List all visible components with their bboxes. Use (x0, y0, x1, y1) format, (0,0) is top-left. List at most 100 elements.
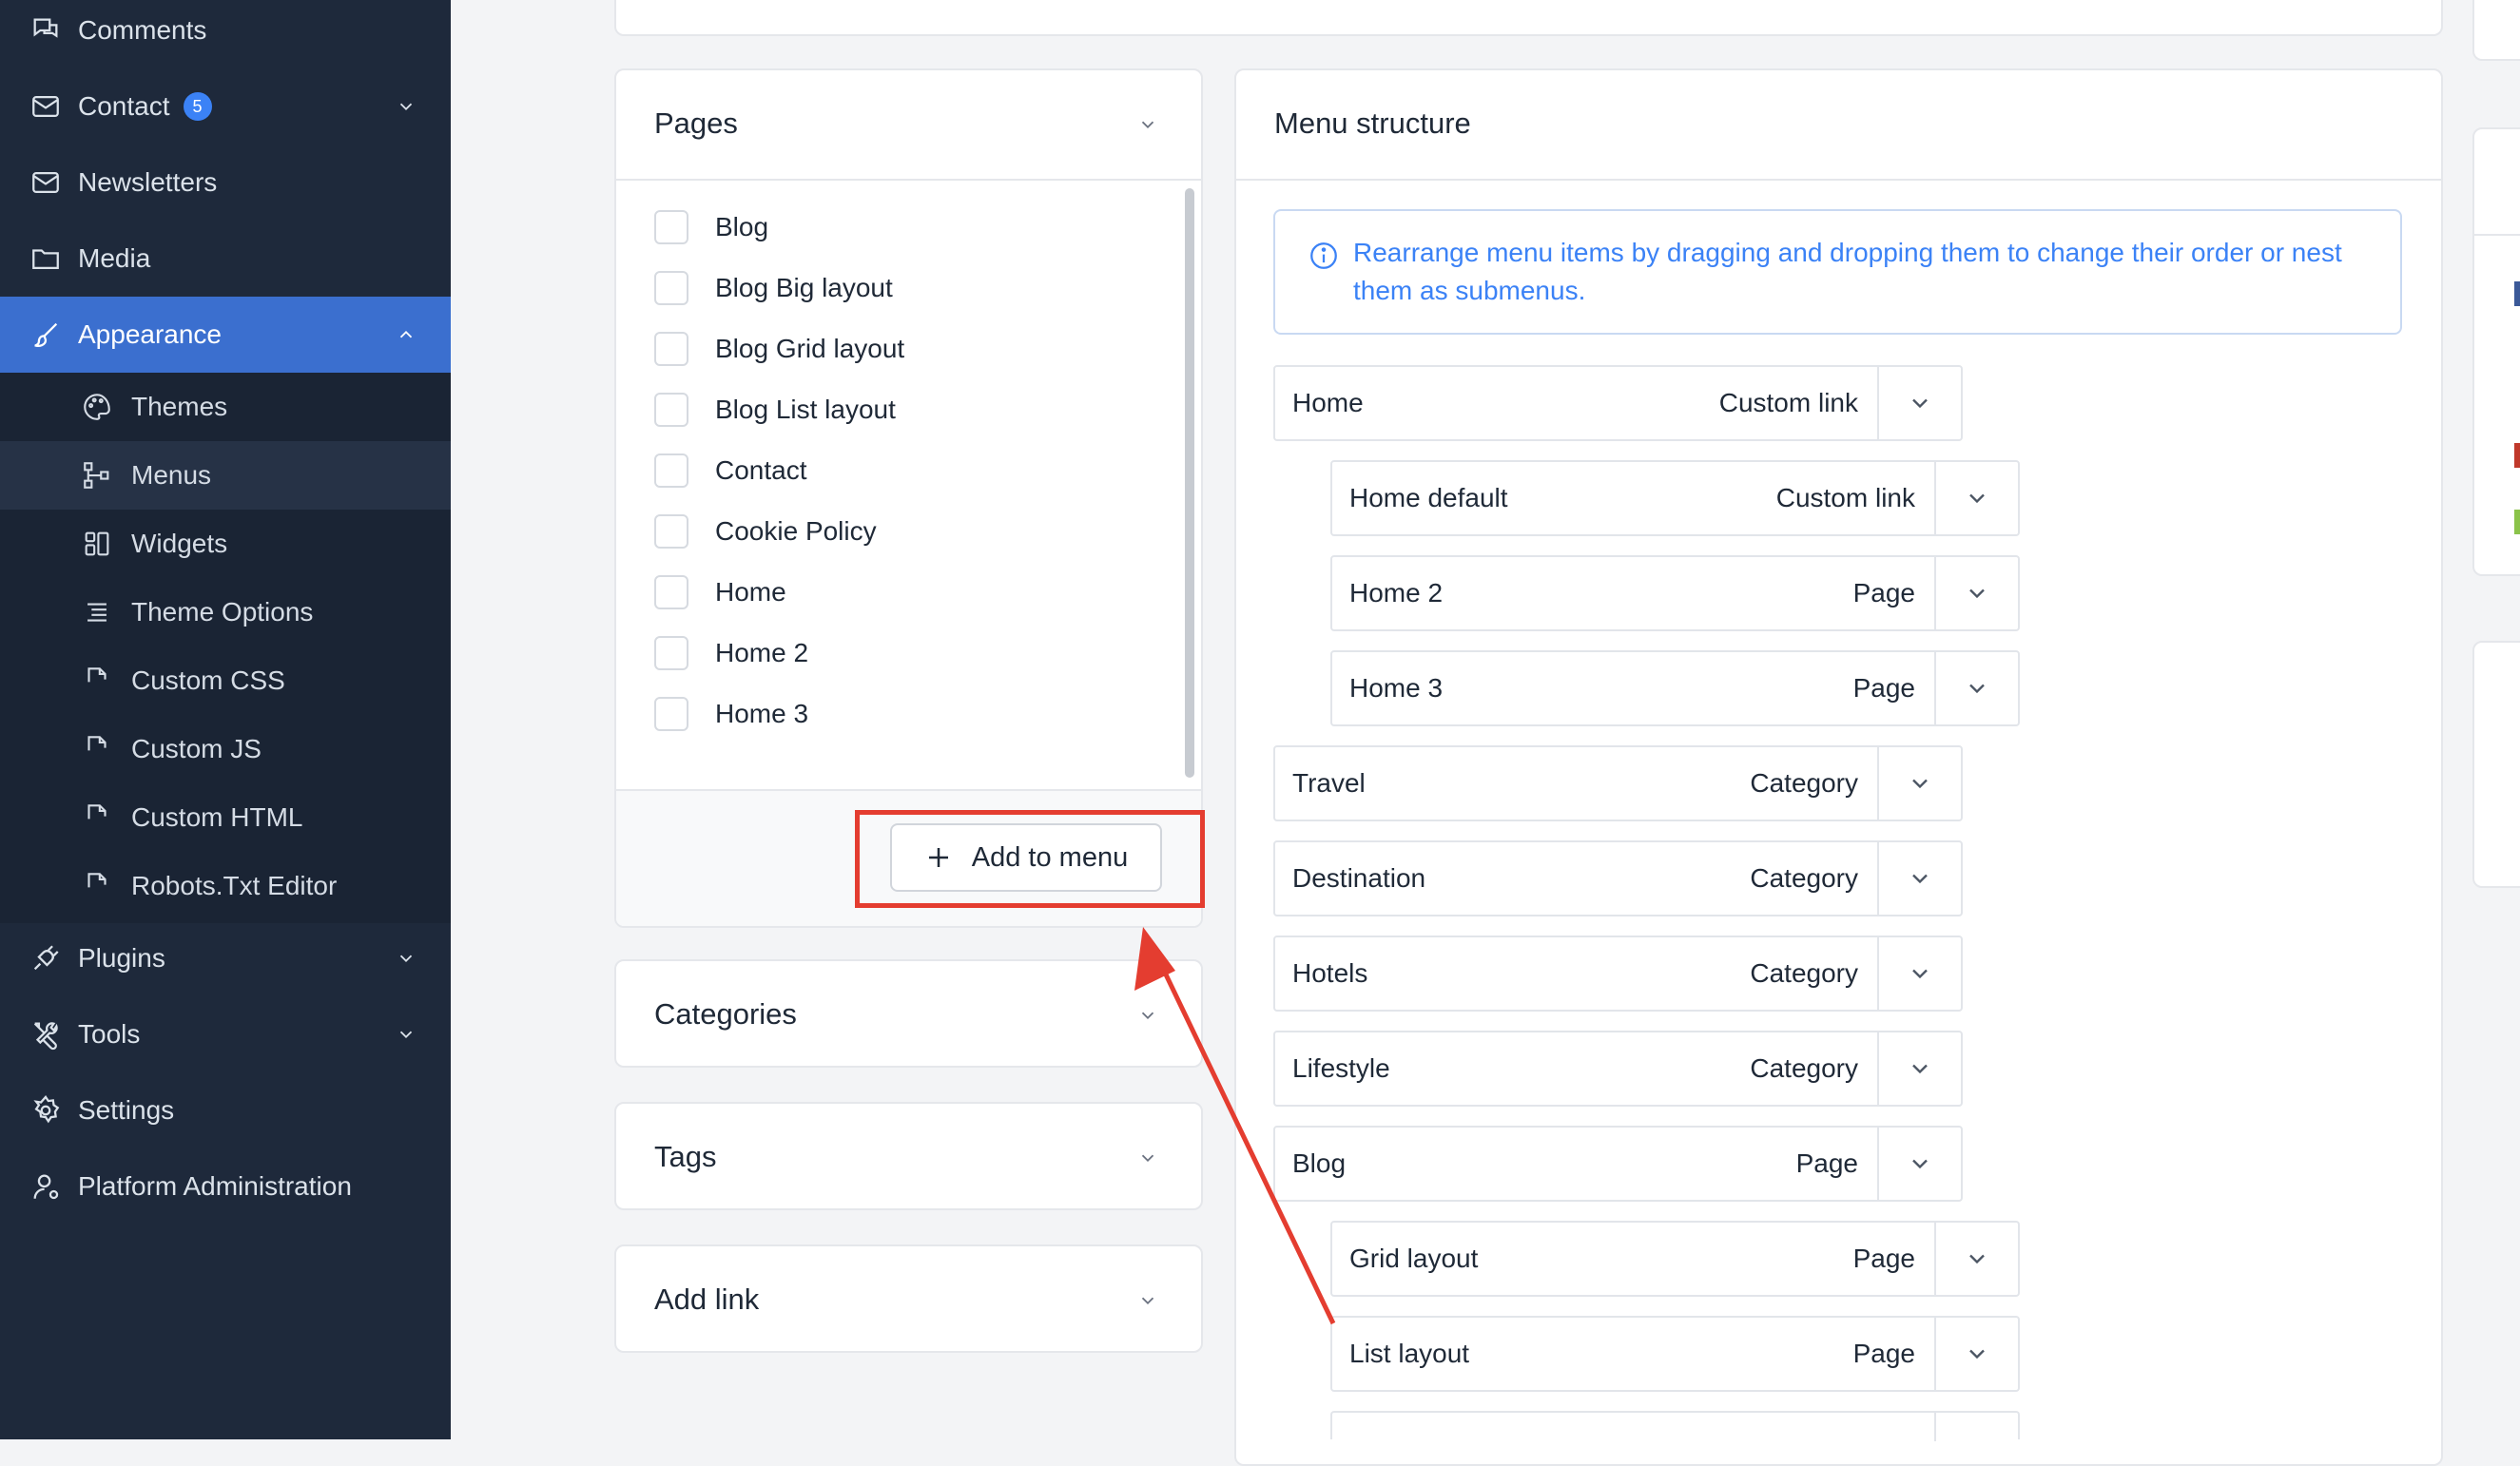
menu-item-toggle[interactable] (1877, 1032, 1961, 1105)
page-option-blog-list-layout[interactable]: Blog List layout (654, 391, 896, 429)
menu-item-destination[interactable]: Destination Category (1273, 840, 1963, 916)
menu-item-label: Blog (1292, 1148, 1347, 1178)
menu-item-label: List layout (1349, 1339, 1470, 1368)
page-option-blog-grid-layout[interactable]: Blog Grid layout (654, 330, 904, 368)
tags-panel[interactable]: Tags (614, 1102, 1203, 1210)
menu-item-partial[interactable] (1330, 1411, 2020, 1441)
page-option-home-2[interactable]: Home 2 (654, 634, 808, 672)
tags-panel-title: Tags (654, 1140, 717, 1173)
menu-item-label: Home default (1349, 483, 1508, 512)
menu-item-toggle[interactable] (1934, 1318, 2018, 1390)
page-checkbox[interactable] (654, 453, 688, 488)
menu-item-hotels[interactable]: Hotels Category (1273, 936, 1963, 1012)
menu-item-lifestyle[interactable]: Lifestyle Category (1273, 1031, 1963, 1107)
pages-panel-header[interactable]: Pages (616, 70, 1201, 181)
page-checkbox[interactable] (654, 332, 688, 366)
submenu-item-custom-html[interactable]: Custom HTML (0, 783, 451, 852)
folder-icon (29, 241, 63, 276)
sidebar-item-comments[interactable]: Comments (0, 0, 451, 68)
page-checkbox[interactable] (654, 514, 688, 549)
sidebar-item-platform-administration[interactable]: Platform Administration (0, 1148, 451, 1225)
chevron-down-icon (1912, 398, 1928, 409)
sidebar-item-tools[interactable]: Tools (0, 996, 451, 1072)
page-option-label: Contact (715, 455, 807, 485)
page-checkbox[interactable] (654, 575, 688, 609)
page-checkbox[interactable] (654, 697, 688, 731)
menu-item-home-2[interactable]: Home 2 Page (1330, 555, 2020, 631)
submenu-item-label: Widgets (131, 529, 228, 558)
menu-item-grid-layout[interactable]: Grid layout Page (1330, 1221, 2020, 1297)
menu-item-blog[interactable]: Blog Page (1273, 1126, 1963, 1202)
menu-item-toggle[interactable] (1934, 1223, 2018, 1295)
menu-item-list-layout[interactable]: List layout Page (1330, 1316, 2020, 1392)
sidebar-item-plugins[interactable]: Plugins (0, 920, 451, 996)
page-option-label: Blog List layout (715, 395, 896, 424)
menu-item-toggle[interactable] (1877, 842, 1961, 915)
pages-scrollbar[interactable] (1185, 188, 1194, 778)
page-checkbox[interactable] (654, 210, 688, 244)
sidebar-item-settings[interactable]: Settings (0, 1072, 451, 1148)
flag-icon (2514, 510, 2520, 534)
submenu-item-robots-txt[interactable]: Robots.Txt Editor (0, 852, 451, 920)
user-cog-icon (29, 1169, 63, 1204)
contact-count-badge: 5 (183, 92, 212, 121)
menu-item-toggle[interactable] (1877, 937, 1961, 1010)
sidebar-item-label: Comments (78, 15, 207, 45)
page-checkbox[interactable] (654, 393, 688, 427)
sidebar-item-label: Contact (78, 91, 170, 121)
page-checkbox[interactable] (654, 271, 688, 305)
page-option-blog-big-layout[interactable]: Blog Big layout (654, 269, 893, 307)
page-checkbox[interactable] (654, 636, 688, 670)
menu-item-type: Page (1852, 1244, 1915, 1273)
page-option-label: Cookie Policy (715, 516, 877, 546)
menu-item-toggle[interactable] (1877, 747, 1961, 820)
submenu-item-custom-css[interactable]: Custom CSS (0, 646, 451, 715)
submenu-item-custom-js[interactable]: Custom JS (0, 715, 451, 783)
menu-item-toggle[interactable] (1934, 652, 2018, 724)
page-option-home-3[interactable]: Home 3 (654, 695, 808, 733)
chevron-down-icon (1137, 1148, 1166, 1176)
submenu-item-theme-options[interactable]: Theme Options (0, 578, 451, 646)
page-option-home[interactable]: Home (654, 573, 786, 611)
menu-item-label: Grid layout (1349, 1244, 1479, 1273)
menu-item-toggle[interactable] (1877, 1128, 1961, 1200)
page-option-cookie-policy[interactable]: Cookie Policy (654, 512, 877, 550)
sidebar-item-contact[interactable]: Contact 5 (0, 68, 451, 145)
page-option-blog[interactable]: Blog (654, 208, 768, 246)
chevron-down-icon (1912, 969, 1928, 979)
sidebar-item-label: Media (78, 243, 151, 273)
page-option-label: Blog Big layout (715, 273, 893, 302)
sidebar-item-appearance[interactable]: Appearance (0, 297, 451, 373)
menu-item-label: Travel (1292, 768, 1366, 798)
submenu-item-label: Menus (131, 460, 212, 490)
menu-item-home-default[interactable]: Home default Custom link (1330, 460, 2020, 536)
chevron-down-icon (396, 93, 422, 120)
menu-info-text: Rearrange menu items by dragging and dro… (1353, 238, 2342, 305)
menu-item-toggle[interactable] (1934, 462, 2018, 534)
right-partial-card-settings (2472, 641, 2520, 888)
pages-panel: Pages (614, 68, 1203, 928)
menu-item-home[interactable]: Home Custom link (1273, 365, 1963, 441)
menu-item-label: Lifestyle (1292, 1053, 1390, 1083)
sidebar-item-media[interactable]: Media (0, 221, 451, 297)
submenu-item-menus[interactable]: Menus (0, 441, 451, 510)
submenu-item-widgets[interactable]: Widgets (0, 510, 451, 578)
menu-item-type: Page (1852, 1339, 1915, 1368)
add-link-panel[interactable]: Add link (614, 1244, 1203, 1353)
menu-item-toggle[interactable] (1934, 557, 2018, 629)
sidebar: Comments Contact 5 Newsletters Media App… (0, 0, 451, 1439)
page-option-contact[interactable]: Contact (654, 452, 807, 490)
categories-panel[interactable]: Categories (614, 959, 1203, 1068)
gear-icon (29, 1093, 63, 1128)
submenu-item-themes[interactable]: Themes (0, 373, 451, 441)
page-option-label: Blog (715, 212, 769, 241)
sidebar-item-newsletters[interactable]: Newsletters (0, 145, 451, 221)
appearance-submenu: Themes Menus Widgets Theme Options Custo… (0, 373, 451, 923)
page-option-label: Home 3 (715, 699, 809, 728)
menu-item-toggle[interactable] (1877, 367, 1961, 439)
menu-item-toggle[interactable] (1934, 1413, 2018, 1441)
menu-item-travel[interactable]: Travel Category (1273, 745, 1963, 821)
menu-item-home-3[interactable]: Home 3 Page (1330, 650, 2020, 726)
chevron-down-icon (1912, 874, 1928, 884)
categories-panel-title: Categories (654, 997, 797, 1031)
